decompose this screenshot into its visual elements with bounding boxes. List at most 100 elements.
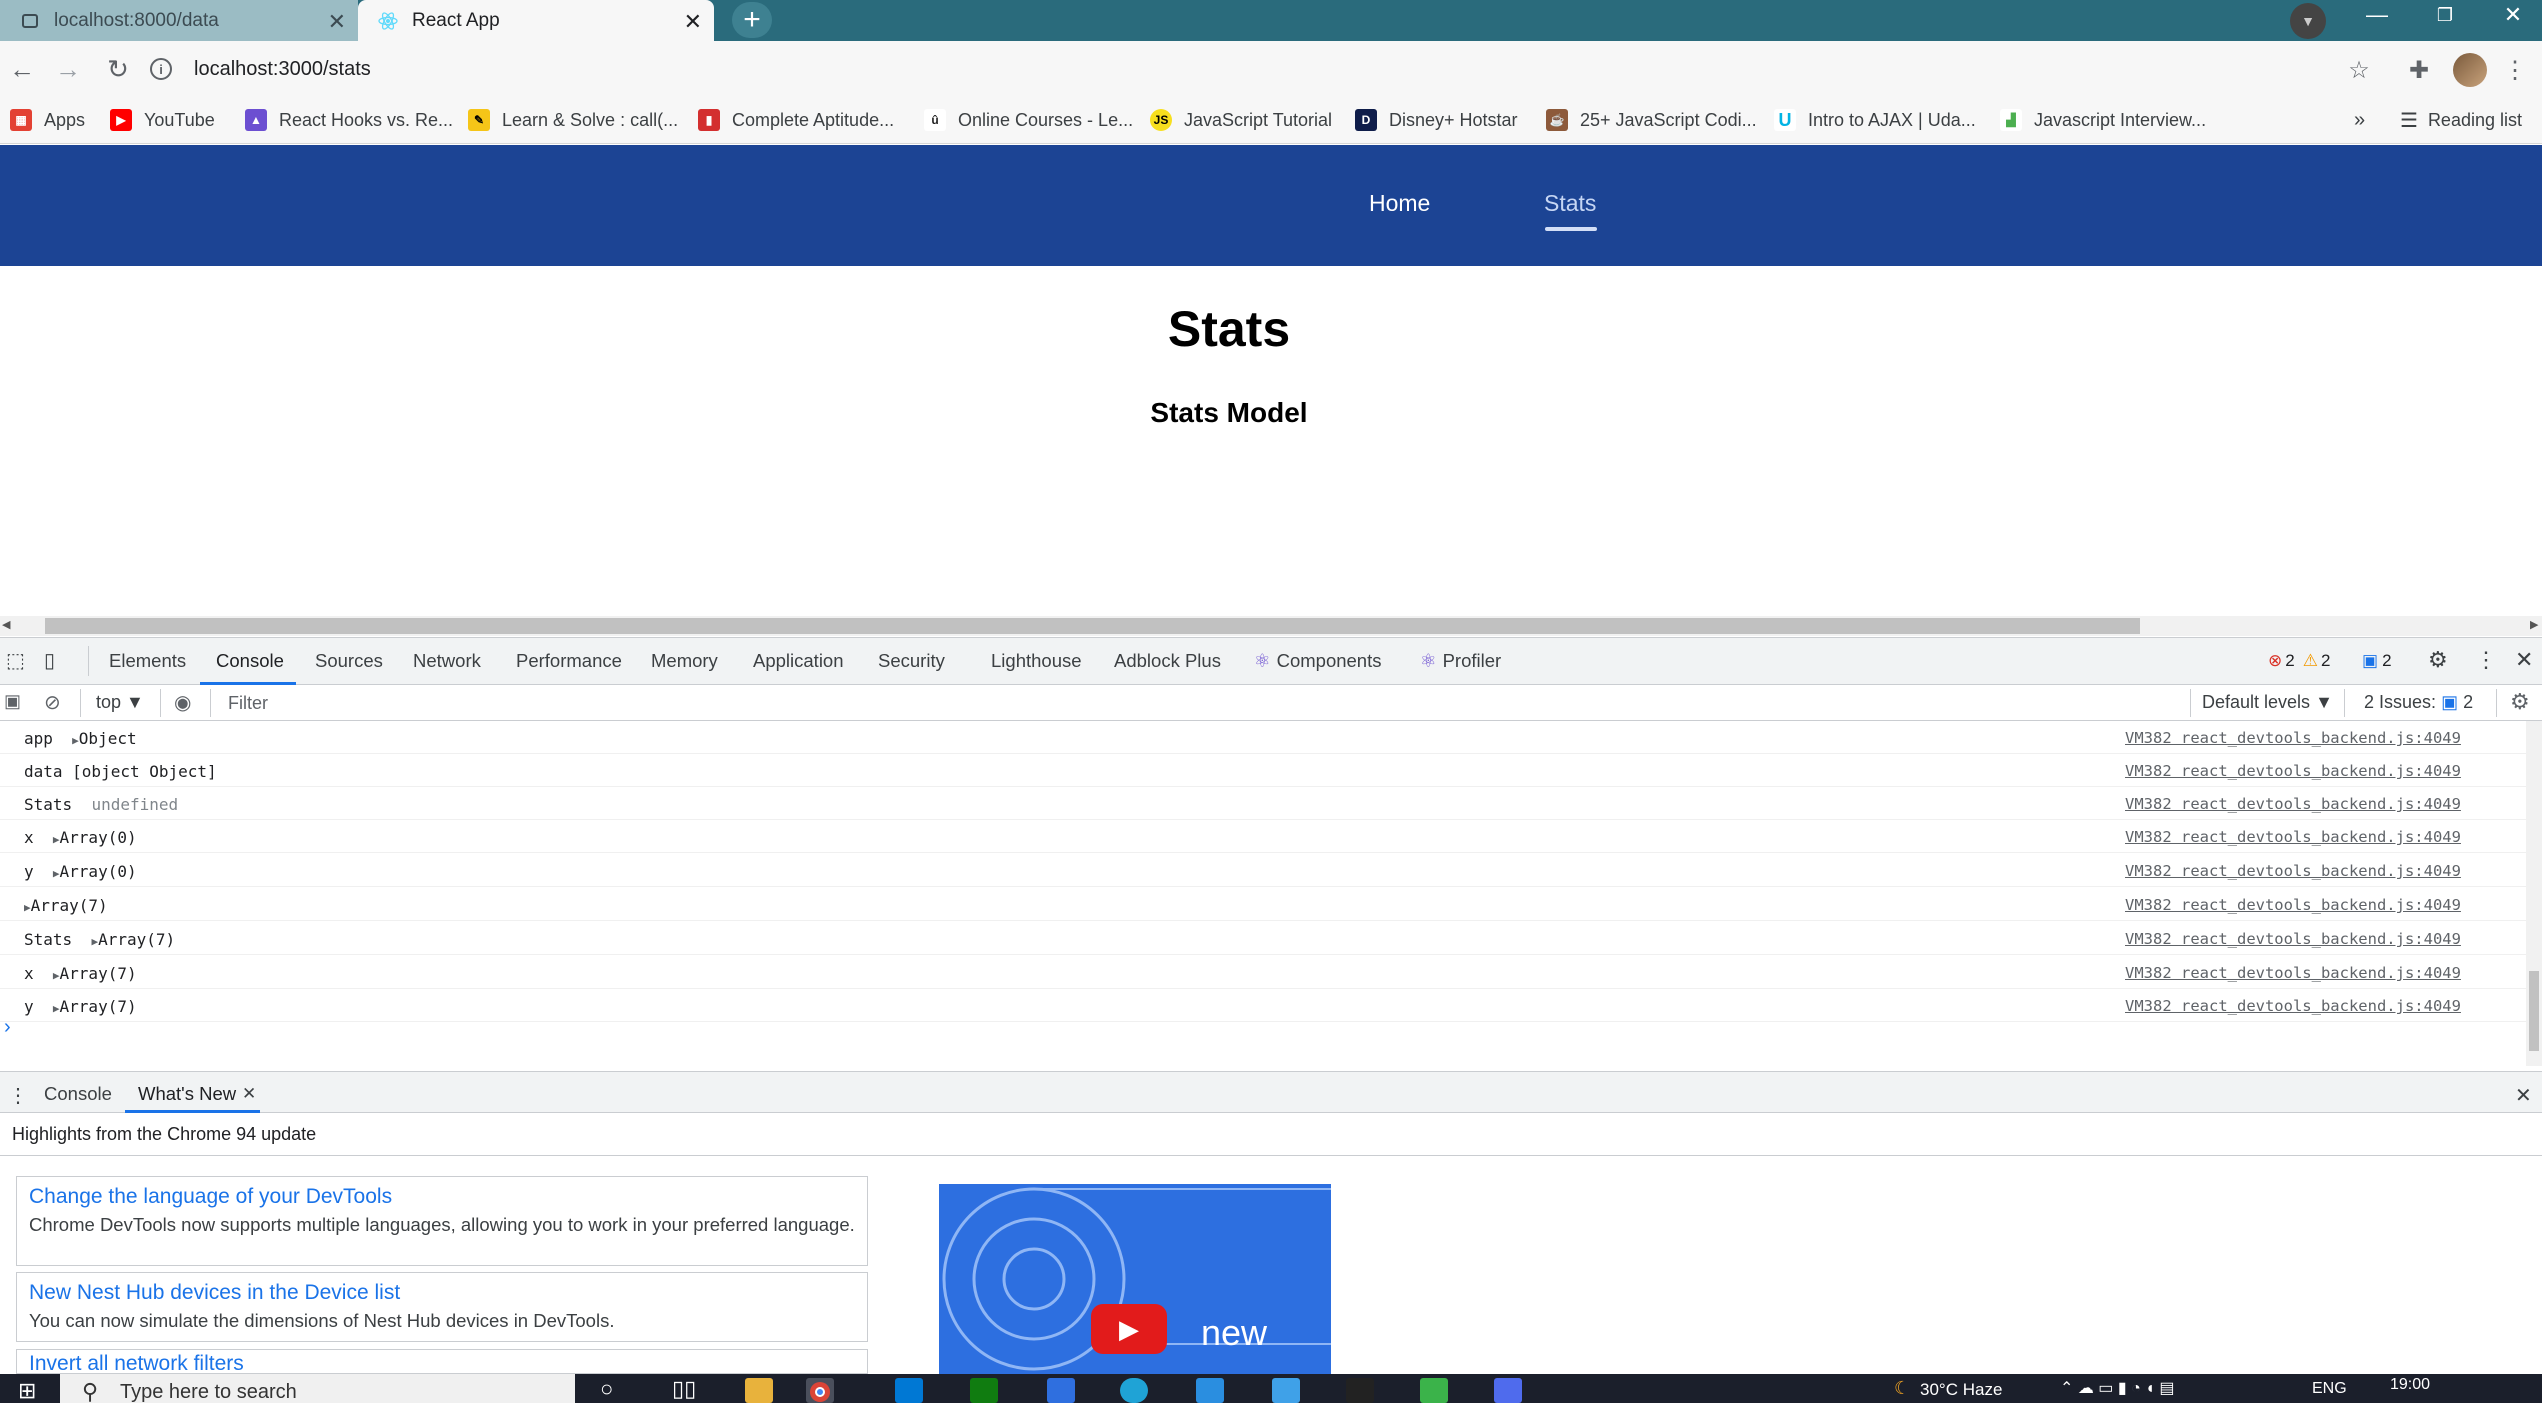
tab-network[interactable]: Network — [413, 650, 481, 672]
device-toolbar-icon[interactable]: ▯ — [44, 648, 55, 673]
close-icon[interactable]: ✕ — [328, 9, 346, 35]
forward-button[interactable]: → — [50, 51, 86, 87]
console-log-row[interactable]: app ▶Object VM382 react_devtools_backend… — [0, 721, 2526, 754]
bookmark-ajax[interactable]: U Intro to AJAX | Uda... — [1774, 105, 1976, 135]
drawer-tab-whats-new[interactable]: What's New — [138, 1083, 236, 1105]
console-scrollbar[interactable] — [2526, 721, 2542, 1066]
console-log-row[interactable]: y ▶Array(0) VM382 react_devtools_backend… — [0, 854, 2526, 887]
console-log-row[interactable]: y ▶Array(7) VM382 react_devtools_backend… — [0, 989, 2526, 1022]
whats-new-video-thumbnail[interactable]: ▶ new — [939, 1184, 1331, 1374]
file-explorer-icon[interactable] — [745, 1378, 773, 1403]
tab-application[interactable]: Application — [753, 650, 844, 672]
tab-adblock-plus[interactable]: Adblock Plus — [1114, 650, 1221, 672]
log-source-link[interactable]: VM382 react_devtools_backend.js:4049 — [2125, 795, 2461, 813]
photos-icon[interactable] — [1272, 1378, 1300, 1403]
profile-menu-icon[interactable]: ▼ — [2290, 3, 2326, 39]
console-log-row[interactable]: ▶Array(7) VM382 react_devtools_backend.j… — [0, 888, 2526, 921]
card-title-link[interactable]: New Nest Hub devices in the Device list — [29, 1281, 855, 1305]
app-icon[interactable] — [1047, 1378, 1075, 1403]
log-levels-dropdown[interactable]: Default levels ▼ — [2202, 692, 2333, 713]
context-selector[interactable]: top ▼ — [96, 692, 144, 713]
drawer-tab-console[interactable]: Console — [44, 1083, 112, 1105]
app-icon[interactable] — [1494, 1378, 1522, 1403]
play-button-icon[interactable]: ▶ — [1091, 1304, 1167, 1354]
console-filter-input[interactable]: Filter — [222, 689, 2182, 717]
new-tab-button[interactable]: + — [732, 2, 772, 38]
console-log-row[interactable]: Stats undefined VM382 react_devtools_bac… — [0, 787, 2526, 820]
error-count-badge[interactable]: ⊗ 2 ⚠ 2 — [2268, 651, 2330, 671]
inspect-element-icon[interactable]: ⬚ — [6, 648, 25, 673]
app-icon[interactable] — [1420, 1378, 1448, 1403]
settings-gear-icon[interactable]: ⚙ — [2428, 647, 2448, 673]
log-source-link[interactable]: VM382 react_devtools_backend.js:4049 — [2125, 762, 2461, 780]
tab-memory[interactable]: Memory — [651, 650, 718, 672]
card-title-link[interactable]: Invert all network filters — [29, 1352, 855, 1373]
taskbar-clock[interactable]: 19:00 — [2390, 1376, 2430, 1394]
console-log-row[interactable]: Stats ▶Array(7) VM382 react_devtools_bac… — [0, 922, 2526, 955]
bookmark-star-icon[interactable]: ☆ — [2344, 55, 2374, 85]
message-count-badge[interactable]: ▣ 2 — [2362, 651, 2392, 671]
vscode-icon[interactable] — [1196, 1378, 1224, 1403]
tab-components[interactable]: ⚛ Components — [1254, 650, 1382, 672]
window-close-button[interactable]: ✕ — [2488, 0, 2538, 30]
info-icon[interactable]: i — [150, 58, 172, 80]
restore-button[interactable]: ❐ — [2420, 0, 2470, 30]
terminal-icon[interactable] — [1346, 1378, 1374, 1403]
xbox-icon[interactable] — [970, 1378, 998, 1403]
task-view-icon[interactable]: ▯▯ — [672, 1376, 696, 1402]
bookmark-youtube[interactable]: ▶ YouTube — [110, 105, 215, 135]
whats-new-card[interactable]: Change the language of your DevTools Chr… — [16, 1176, 868, 1266]
console-prompt-chevron-icon[interactable]: › — [4, 1016, 11, 1039]
bookmark-js-interview[interactable]: ▟ Javascript Interview... — [2000, 105, 2206, 135]
language-indicator[interactable]: ENG — [2312, 1380, 2347, 1398]
bookmark-react-hooks[interactable]: ▲ React Hooks vs. Re... — [245, 105, 453, 135]
cortana-icon[interactable]: ○ — [600, 1376, 613, 1402]
clear-console-icon[interactable]: ⊘ — [44, 690, 61, 715]
log-source-link[interactable]: VM382 react_devtools_backend.js:4049 — [2125, 997, 2461, 1015]
bookmark-hotstar[interactable]: D Disney+ Hotstar — [1355, 105, 1518, 135]
log-source-link[interactable]: VM382 react_devtools_backend.js:4049 — [2125, 930, 2461, 948]
mail-icon[interactable] — [895, 1378, 923, 1403]
live-expression-eye-icon[interactable]: ◉ — [174, 690, 191, 715]
scroll-right-icon[interactable]: ▶ — [2530, 618, 2538, 631]
address-bar[interactable]: i localhost:3000/stats — [150, 46, 2360, 92]
edge-icon[interactable] — [1120, 1378, 1148, 1403]
windows-start-icon[interactable]: ⊞ — [18, 1378, 36, 1404]
reload-button[interactable]: ↻ — [100, 51, 136, 87]
reading-list-button[interactable]: ☰ Reading list — [2400, 105, 2522, 135]
tab-console[interactable]: Console — [216, 650, 284, 672]
tab-sources[interactable]: Sources — [315, 650, 383, 672]
close-drawer-icon[interactable]: ✕ — [2515, 1083, 2532, 1108]
more-menu-icon[interactable]: ⋮ — [2500, 55, 2530, 85]
nav-stats-link[interactable]: Stats — [1544, 190, 1596, 217]
tab-elements[interactable]: Elements — [109, 650, 186, 672]
issues-button[interactable]: 2 Issues: ▣ 2 — [2364, 692, 2473, 713]
log-source-link[interactable]: VM382 react_devtools_backend.js:4049 — [2125, 964, 2461, 982]
card-title-link[interactable]: Change the language of your DevTools — [29, 1185, 855, 1209]
whats-new-card[interactable]: Invert all network filters — [16, 1349, 868, 1374]
bookmark-aptitude[interactable]: ▮ Complete Aptitude... — [698, 105, 894, 135]
scrollbar-thumb[interactable] — [2529, 971, 2539, 1051]
bookmark-online-courses[interactable]: û Online Courses - Le... — [924, 105, 1133, 135]
back-button[interactable]: ← — [4, 51, 40, 87]
taskbar-search-input[interactable]: ⚲ Type here to search — [60, 1374, 575, 1404]
close-devtools-icon[interactable]: ✕ — [2515, 647, 2533, 673]
tray-icons[interactable]: ⌃ ☁ ▭ ▮ ◔ ◖ ▤ — [2060, 1378, 2174, 1398]
log-source-link[interactable]: VM382 react_devtools_backend.js:4049 — [2125, 729, 2461, 747]
bookmark-js-coding[interactable]: ☕ 25+ JavaScript Codi... — [1546, 105, 1757, 135]
log-source-link[interactable]: VM382 react_devtools_backend.js:4049 — [2125, 896, 2461, 914]
more-options-icon[interactable]: ⋮ — [2475, 647, 2497, 673]
tab-security[interactable]: Security — [878, 650, 945, 672]
bookmark-javascript-tutorial[interactable]: JS JavaScript Tutorial — [1150, 105, 1332, 135]
weather-text[interactable]: 30°C Haze — [1920, 1380, 2002, 1400]
bookmark-learn-solve[interactable]: ✎ Learn & Solve : call(... — [468, 105, 678, 135]
bookmark-apps[interactable]: ▦ Apps — [10, 105, 85, 135]
horizontal-scrollbar[interactable]: ◀ ▶ — [0, 616, 2542, 636]
tab-performance[interactable]: Performance — [516, 650, 622, 672]
nav-home-link[interactable]: Home — [1369, 190, 1430, 217]
console-log-row[interactable]: data [object Object] VM382 react_devtool… — [0, 754, 2526, 787]
close-icon[interactable]: ✕ — [684, 9, 702, 35]
whats-new-card[interactable]: New Nest Hub devices in the Device list … — [16, 1272, 868, 1342]
log-source-link[interactable]: VM382 react_devtools_backend.js:4049 — [2125, 862, 2461, 880]
avatar[interactable] — [2453, 53, 2487, 87]
